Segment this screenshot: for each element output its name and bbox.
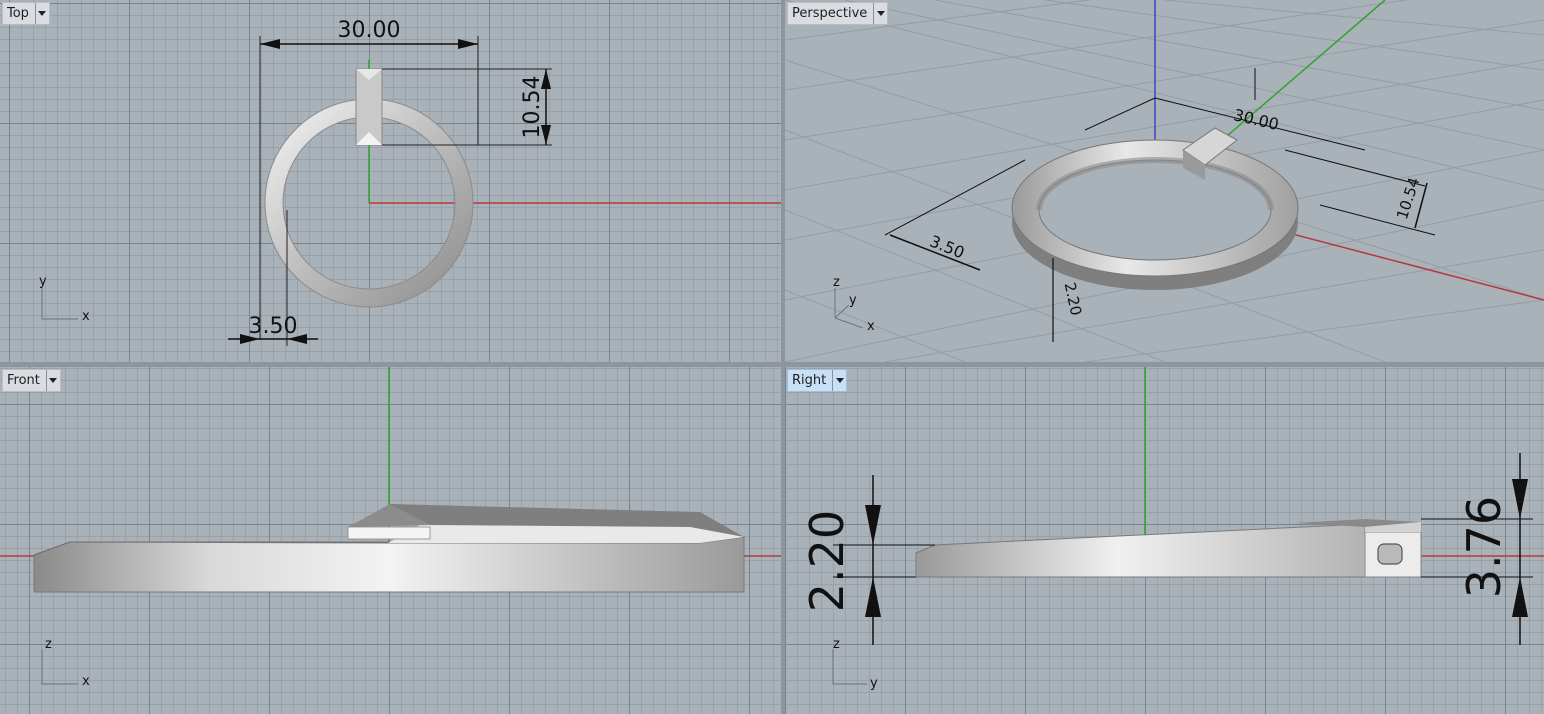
ring-shape (33, 536, 745, 593)
viewport-right[interactable]: 2.20 3.76 z y Right (785, 367, 1544, 714)
viewport-title-right: Right (792, 373, 827, 388)
viewport-perspective[interactable]: 30.00 10.54 3.50 2.20 z y x Perspective (785, 0, 1544, 362)
viewport-tab-perspective[interactable]: Perspective (787, 2, 889, 25)
chevron-down-icon[interactable] (45, 370, 60, 391)
viewport-right-scene: 2.20 3.76 z y (800, 367, 1544, 691)
svg-text:z: z (833, 275, 840, 290)
svg-text:y: y (849, 293, 857, 308)
dimension-thickness: 2.20 (1061, 281, 1086, 317)
viewport-tab-front[interactable]: Front (2, 369, 61, 392)
dimension-tab-height: 3.76 (1457, 496, 1511, 598)
svg-text:y: y (870, 676, 878, 691)
axis-gizmo (41, 288, 78, 320)
viewport-title-perspective: Perspective (792, 6, 868, 21)
axis-gizmo (832, 649, 867, 685)
ring-shape (915, 523, 1366, 578)
svg-text:x: x (867, 319, 875, 334)
svg-text:x: x (82, 309, 90, 324)
svg-text:y: y (39, 274, 47, 289)
svg-text:z: z (45, 637, 52, 652)
dimension-thickness: 2.20 (800, 510, 854, 612)
viewport-tab-top[interactable]: Top (2, 2, 50, 25)
viewport-tab-right[interactable]: Right (787, 369, 848, 392)
viewport-top-scene: 30.00 10.54 3.50 y x (39, 18, 781, 346)
dimension-width: 30.00 (1232, 105, 1281, 134)
viewport-top[interactable]: 30.00 10.54 3.50 y x Top (0, 0, 781, 362)
viewport-perspective-scene: 30.00 10.54 3.50 2.20 z y x (785, 0, 1544, 362)
dimension-wall: 3.50 (249, 314, 298, 339)
viewport-title-front: Front (7, 373, 40, 388)
viewport-front[interactable]: z x Front (0, 367, 781, 714)
chevron-down-icon[interactable] (832, 370, 846, 391)
viewport-title-top: Top (7, 6, 29, 21)
viewport-front-scene: z x (0, 367, 781, 689)
chevron-down-icon[interactable] (873, 3, 887, 24)
dimension-width: 30.00 (338, 18, 401, 43)
chevron-down-icon[interactable] (34, 3, 49, 24)
axis-gizmo (41, 649, 78, 685)
svg-text:z: z (833, 637, 840, 652)
svg-text:x: x (82, 674, 90, 689)
dimension-height: 10.54 (520, 76, 545, 139)
